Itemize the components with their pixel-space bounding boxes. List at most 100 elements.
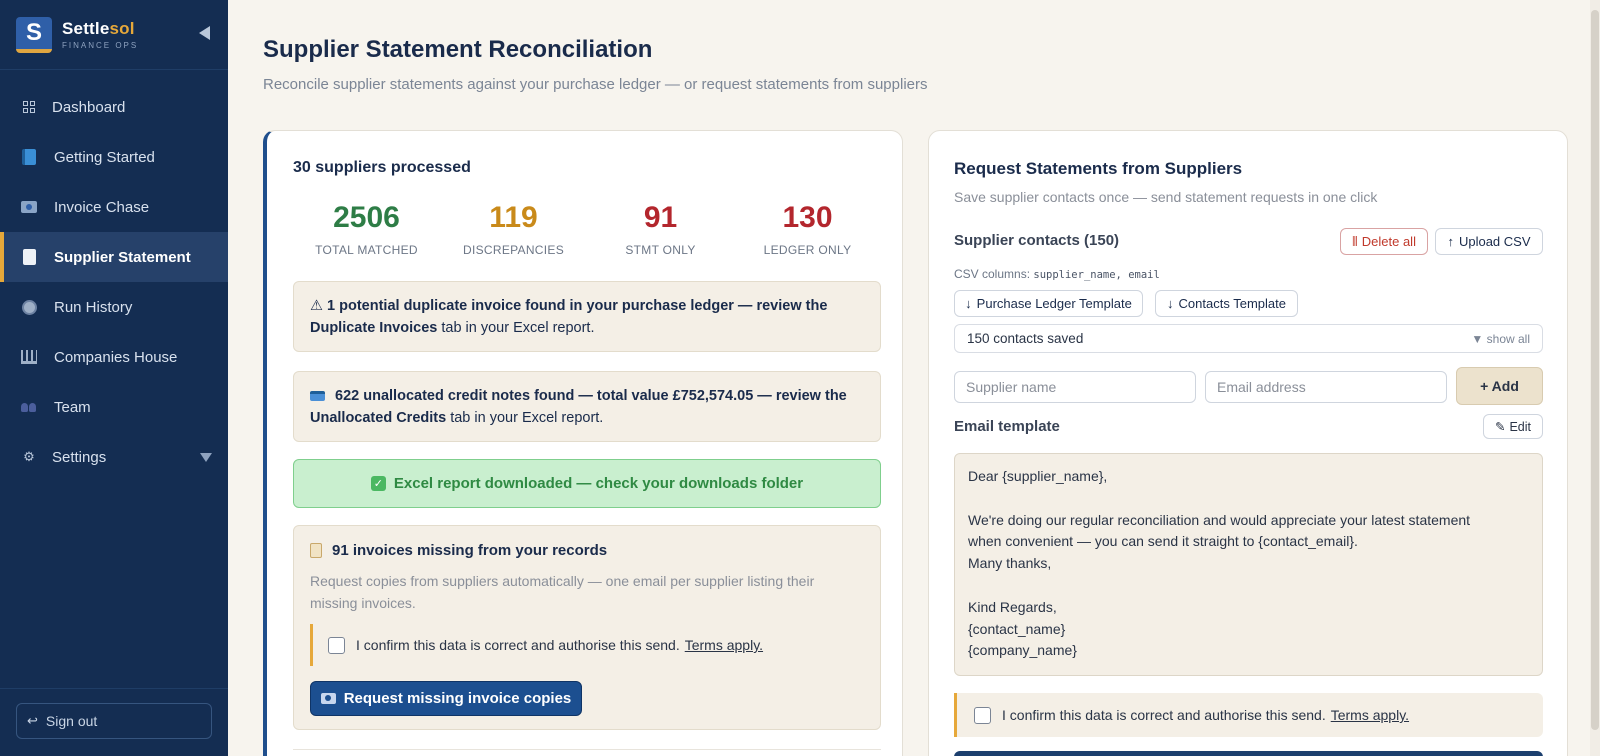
supplier-contacts-label: Supplier contacts (150) [954,232,1120,249]
confirm-checkbox[interactable] [974,706,991,724]
template-line [968,575,1529,597]
brand-name: Settlesol [62,19,135,38]
sidebar-item-run-history[interactable]: Run History [0,282,228,332]
terms-link[interactable]: Terms apply. [685,637,763,653]
download-icon: ↓ [1167,296,1174,311]
download-icon: ↓ [965,296,972,311]
sign-out-icon: ↩ [27,713,38,728]
contacts-template-button[interactable]: ↓ Contacts Template [1155,290,1298,317]
missing-invoices-title: 91 invoices missing from your records [310,542,607,559]
page-subtitle: Reconcile supplier statements against yo… [263,76,928,93]
main-content: Supplier Statement Reconciliation Reconc… [228,0,1600,756]
template-line: Dear {supplier_name}, [968,468,1108,484]
edit-template-button[interactable]: ✎ Edit [1483,414,1543,439]
sidebar-item-label: Invoice Chase [54,198,150,216]
bank-icon [20,348,38,366]
sidebar-item-dashboard[interactable]: Dashboard [0,82,228,132]
document-icon [20,248,38,266]
sidebar-item-settings[interactable]: ⚙ Settings [0,432,228,482]
statement-confirm-row: I confirm this data is correct and autho… [954,693,1543,737]
request-statements-title: Request Statements from Suppliers [954,159,1243,178]
clipboard-icon [310,543,322,558]
send-requests-button[interactable] [954,751,1543,756]
stat-label: DISCREPANCIES [462,243,565,257]
sign-out-button[interactable]: ↩ Sign out [16,703,212,739]
book-icon [20,148,38,166]
sidebar-item-team[interactable]: Team [0,382,228,432]
confirm-checkbox[interactable] [328,636,345,654]
template-line: when convenient — you can send it straig… [968,533,1358,550]
duplicate-invoice-notice: ⚠ 1 potential duplicate invoice found in… [293,281,881,352]
clock-icon [20,298,38,316]
template-line: Many thanks, [968,555,1052,572]
stat-value: 119 [489,201,538,234]
sidebar-item-companies-house[interactable]: Companies House [0,332,228,382]
email-template-body[interactable]: Dear {supplier_name}, We're doing our re… [954,453,1543,676]
brand-subtitle: FINANCE OPS [62,41,139,50]
sidebar-item-getting-started[interactable]: Getting Started [0,132,228,182]
checkbox-checked-icon: ✓ [370,476,386,491]
sidebar: S Settlesol FINANCE OPS Dashboard Gettin… [0,0,228,756]
request-missing-invoices-button[interactable]: Request missing invoice copies [310,681,582,716]
request-statements-subtitle: Save supplier contacts once — send state… [954,189,1378,205]
stat-label: LEDGER ONLY [763,243,852,257]
suppliers-processed-title: 30 suppliers processed [293,159,471,176]
upload-icon: ↑ [1447,234,1454,249]
template-line [968,488,1529,510]
email-template-label: Email template [954,418,1060,435]
brand: S Settlesol FINANCE OPS [0,0,228,70]
upload-csv-button[interactable]: ↑ Upload CSV [1435,228,1543,255]
missing-invoices-panel: 91 invoices missing from your records Re… [293,525,881,730]
sidebar-item-label: Supplier Statement [54,248,191,266]
stat-label: STMT ONLY [625,243,696,257]
divider [293,749,881,750]
stats-row: 2506 TOTAL MATCHED 119 DISCREPANCIES 91 … [293,201,881,257]
stat-total-matched: 2506 TOTAL MATCHED [293,201,440,257]
supplier-name-input[interactable] [954,371,1196,403]
caret-down-icon: ▼ [1471,332,1484,346]
purchase-ledger-template-button[interactable]: ↓ Purchase Ledger Template [954,290,1143,317]
chevron-down-icon [200,453,212,462]
pencil-icon: ✎ [1494,420,1506,434]
sidebar-item-label: Settings [52,448,107,466]
download-success-notice: ✓ Excel report downloaded — check your d… [293,459,881,508]
warning-icon: ⚠ [310,298,323,314]
template-line: Kind Regards, [968,598,1057,615]
stat-value: 130 [782,201,833,234]
sidebar-item-label: Run History [54,298,133,316]
sidebar-item-supplier-statement[interactable]: Supplier Statement [0,232,228,282]
sidebar-item-label: Getting Started [54,148,155,166]
collapse-sidebar-icon[interactable] [199,26,210,40]
stat-value: 2506 [333,201,400,234]
stat-discrepancies: 119 DISCREPANCIES [440,201,587,257]
page-title: Supplier Statement Reconciliation [263,36,653,63]
sidebar-item-label: Team [54,398,91,416]
stat-stmt-only: 91 STMT ONLY [587,201,734,257]
template-line: {company_name} [968,642,1077,659]
results-card: 30 suppliers processed 2506 TOTAL MATCHE… [263,130,903,756]
delete-all-button[interactable]: ⦀ Delete all [1340,228,1428,255]
missing-invoices-description: Request copies from suppliers automatica… [310,573,815,611]
stat-ledger-only: 130 LEDGER ONLY [734,201,881,257]
missing-confirm-row: I confirm this data is correct and autho… [310,624,866,666]
sidebar-item-invoice-chase[interactable]: Invoice Chase [0,182,228,232]
template-line: {contact_name} [968,620,1066,637]
mail-icon [20,198,38,216]
contacts-saved-dropdown[interactable]: 150 contacts saved ▼ show all [954,324,1543,353]
stat-label: TOTAL MATCHED [315,243,418,257]
show-all-toggle[interactable]: ▼ show all [1471,332,1530,346]
email-address-input[interactable] [1205,371,1447,403]
terms-link[interactable]: Terms apply. [1331,707,1409,723]
mail-icon [320,693,336,704]
scrollbar-thumb[interactable] [1591,10,1599,730]
trash-icon: ⦀ [1352,233,1358,249]
add-contact-button[interactable]: + Add [1456,367,1543,405]
sidebar-item-label: Companies House [54,348,178,366]
sidebar-item-label: Dashboard [52,98,126,116]
credit-notes-notice: 622 unallocated credit notes found — tot… [293,371,881,442]
gear-icon: ⚙ [23,449,35,464]
grid-icon [20,98,38,116]
sidebar-nav: Dashboard Getting Started Invoice Chase … [0,82,228,482]
page-scrollbar[interactable] [1590,0,1600,756]
request-statements-card: Request Statements from Suppliers Save s… [928,130,1568,756]
